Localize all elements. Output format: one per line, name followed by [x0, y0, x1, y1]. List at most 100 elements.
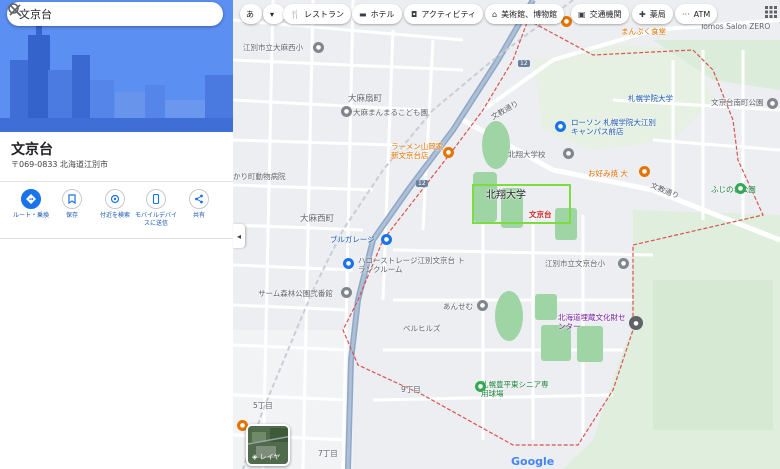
action-bar: ルート・乗換 保存 付近を検索 モバイルデバイスに送信 共有	[0, 189, 233, 234]
chip-label: 交通機関	[589, 9, 622, 19]
poi-label[interactable]: あんせむ	[443, 301, 473, 312]
shop-icon[interactable]: ●	[381, 234, 392, 245]
sports-icon[interactable]: ●	[475, 381, 486, 392]
school-icon[interactable]: ●	[313, 42, 324, 53]
poi-label[interactable]: お好み焼 大	[588, 168, 628, 179]
chevron-down-icon: ▾	[270, 9, 275, 19]
place-title: 文京台	[11, 142, 53, 158]
area-label: 文京台	[529, 210, 552, 219]
school-icon[interactable]: ●	[767, 98, 778, 109]
poi-label[interactable]: ふじのき公園	[711, 184, 756, 195]
shop-icon[interactable]: ●	[343, 258, 354, 269]
nearby-button[interactable]: 付近を検索	[92, 189, 138, 220]
google-logo: Google	[511, 455, 555, 468]
route-sign: 12	[518, 60, 530, 67]
save-button[interactable]: 保存	[49, 189, 95, 220]
map-graphics	[233, 0, 780, 469]
chip-transit[interactable]: ▣ 交通機関	[571, 4, 629, 24]
poi-label[interactable]: ブルガレージ	[330, 234, 375, 245]
area-label: 大麻扇町	[348, 94, 383, 104]
directions-label: ルート・乗換	[12, 212, 49, 219]
chip-hotel[interactable]: ▬ ホテル	[352, 4, 402, 24]
nearby-label: 付近を検索	[99, 212, 130, 219]
chip-label: 美術館、博物館	[501, 9, 558, 19]
area-label: 5丁目	[253, 401, 273, 410]
place-icon[interactable]: ●	[341, 287, 352, 298]
area-label: 大麻西町	[300, 214, 335, 224]
place-address: 〒069-0833 北海道江別市	[11, 160, 109, 169]
language-chip[interactable]: あ	[240, 4, 262, 24]
poi-label[interactable]: 江別市立大麻西小	[243, 42, 303, 53]
museum-icon: ⌂	[492, 9, 498, 19]
school-icon[interactable]: ●	[563, 148, 574, 159]
phone-icon	[146, 189, 166, 209]
chip-label: アクティビティ	[421, 9, 476, 19]
shop-icon[interactable]: ●	[555, 121, 566, 132]
route-sign: 12	[416, 180, 428, 187]
place-hero-image[interactable]: 文京台	[0, 0, 233, 132]
school-icon[interactable]: ●	[618, 258, 629, 269]
pharmacy-icon: ✚	[639, 9, 646, 19]
directions-button[interactable]: ルート・乗換	[8, 189, 54, 220]
poi-label[interactable]: ベルヒルズ	[403, 323, 441, 334]
poi-label[interactable]: 文京台南町公園	[711, 98, 771, 107]
poi-label[interactable]: 札幌豊平東シニア専用球場	[481, 380, 551, 398]
chip-label: 薬局	[649, 9, 666, 19]
poi-label[interactable]: 札幌学院大学	[628, 93, 673, 104]
collapse-panel-button[interactable]: ◂	[233, 224, 245, 248]
chip-museum[interactable]: ⌂ 美術館、博物館	[485, 4, 565, 24]
share-icon	[189, 189, 209, 209]
bed-icon: ▬	[359, 9, 367, 19]
poi-label[interactable]: 大麻まんまるこども園	[353, 107, 428, 118]
area-label: 9丁目	[401, 385, 421, 394]
place-panel: 文京台 文京台 〒069-0833 北海道江別市 ルート・乗換 保存 付近を検索…	[0, 0, 233, 469]
save-label: 保存	[65, 212, 78, 219]
chip-label: レストラン	[303, 9, 344, 19]
restaurant-icon[interactable]: ●	[443, 147, 454, 158]
park-icon[interactable]: ●	[735, 183, 746, 194]
chip-label: ホテル	[370, 9, 395, 19]
send-to-phone-button[interactable]: モバイルデバイスに送信	[133, 189, 179, 228]
school-icon[interactable]: ●	[341, 106, 352, 117]
poi-label[interactable]: 北翔大学	[486, 186, 526, 201]
museum-photo-icon[interactable]: ●	[629, 316, 643, 330]
map-canvas[interactable]: 12 12 江別市立大麻西小 大麻扇町 大麻まんまるこども園 文教通り 札幌学院…	[233, 0, 780, 469]
poi-label[interactable]: ラーメン山岡家 新文京台店	[391, 142, 451, 160]
apps-grid-icon[interactable]	[765, 6, 777, 18]
train-icon: ▣	[578, 9, 586, 19]
divider	[0, 181, 233, 182]
search-input[interactable]: 文京台	[19, 6, 52, 22]
poi-label[interactable]: サーム森林公園弐番館	[258, 288, 333, 299]
poi-label[interactable]: 江別市立文京台小	[545, 258, 605, 269]
more-icon: ···	[682, 9, 690, 19]
chip-activity[interactable]: ◘ アクティビティ	[404, 4, 483, 24]
layers-text: レイヤ	[259, 453, 281, 461]
poi-label[interactable]: ローソン 札幌学院大江別キャンパス前店	[571, 118, 661, 136]
nearby-icon	[105, 189, 125, 209]
chip-restaurant[interactable]: 🍴 レストラン	[283, 4, 351, 24]
chip-atm[interactable]: ··· ATM	[675, 4, 718, 24]
divider	[0, 238, 233, 239]
poi-label[interactable]: 北翔大学校	[508, 149, 546, 160]
chip-label: ATM	[693, 9, 711, 19]
area-label: 7丁目	[318, 449, 338, 458]
expand-chip[interactable]: ▾	[263, 4, 285, 24]
language-label: あ	[246, 9, 254, 19]
share-label: 共有	[192, 212, 205, 219]
layers-label: ◈ レイヤ	[252, 452, 280, 462]
chevron-left-icon: ◂	[236, 231, 241, 241]
search-box[interactable]: 文京台	[7, 2, 223, 26]
share-button[interactable]: 共有	[176, 189, 222, 220]
close-icon[interactable]	[7, 2, 23, 18]
poi-label[interactable]: 北海道埋蔵文化財センター	[558, 313, 628, 331]
camera-icon: ◘	[411, 9, 418, 19]
layers-icon: ◈	[252, 453, 260, 461]
poi-label[interactable]: ハローストレージ江別文京台 トランクルーム	[358, 256, 468, 274]
poi-label[interactable]: まんぷく食堂	[621, 26, 666, 37]
poi-label[interactable]: かり町動物病院	[233, 171, 286, 182]
restaurant-icon[interactable]: ●	[639, 166, 650, 177]
chip-pharmacy[interactable]: ✚ 薬局	[632, 4, 673, 24]
layers-button[interactable]: ◈ レイヤ	[246, 424, 290, 466]
place-icon[interactable]: ●	[477, 300, 488, 311]
bookmark-icon	[62, 189, 82, 209]
